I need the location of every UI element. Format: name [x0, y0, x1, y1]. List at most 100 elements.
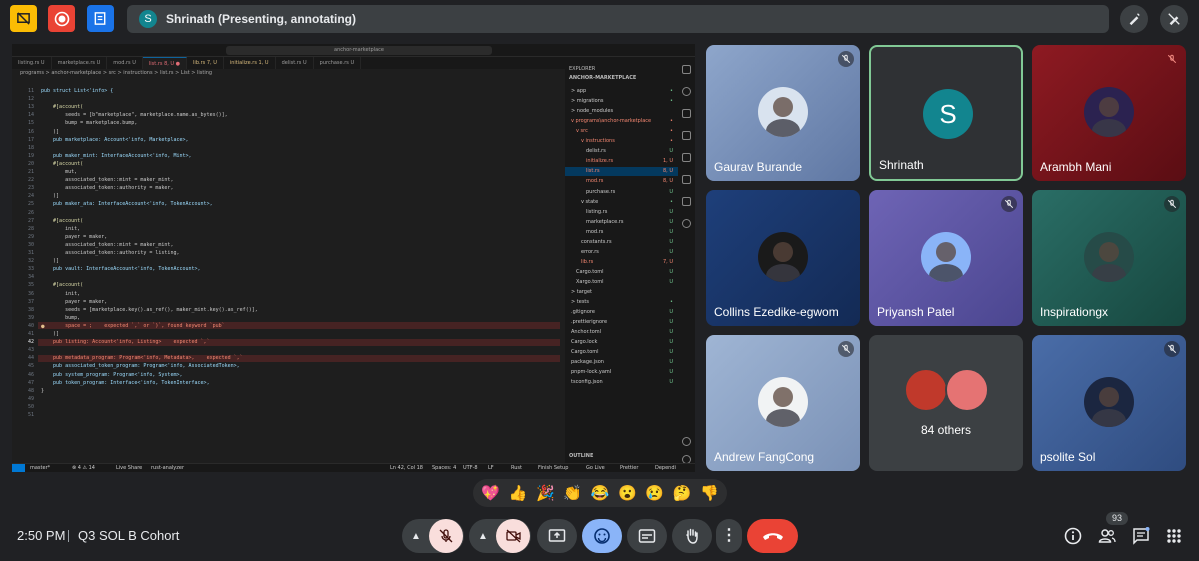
camera-options-chevron-icon[interactable]: ▲ — [470, 531, 496, 542]
mic-off-button[interactable] — [429, 519, 463, 553]
explorer-item[interactable]: tsconfig.json U — [565, 378, 678, 387]
people-icon[interactable] — [1097, 526, 1117, 546]
participant-tile[interactable]: Gaurav Burande — [706, 45, 860, 181]
status-branch[interactable]: master* — [30, 464, 50, 472]
activities-grid-icon[interactable] — [1164, 526, 1184, 546]
explorer-item[interactable]: mod.rs U — [565, 228, 678, 237]
reaction-emoji[interactable]: 🤔 — [671, 484, 693, 502]
explorer-item[interactable]: Anchor.toml U — [565, 328, 678, 337]
explorer-root[interactable]: ANCHOR-MARKETPLACE — [565, 75, 678, 84]
status-prettier[interactable]: Prettier — [620, 464, 638, 472]
source-control-icon[interactable] — [682, 109, 691, 118]
status-position[interactable]: Ln 42, Col 18 — [390, 464, 423, 472]
explorer-item[interactable]: .prettierignore U — [565, 318, 678, 327]
run-debug-icon[interactable] — [682, 131, 691, 140]
participant-tile[interactable]: psolite Sol — [1032, 335, 1186, 471]
explorer-item[interactable]: delist.rs U — [565, 147, 678, 156]
captions-button[interactable] — [627, 519, 667, 553]
status-live-share[interactable]: Live Share — [116, 464, 142, 472]
explorer-item[interactable]: marketplace.rs U — [565, 218, 678, 227]
explorer-item[interactable]: > tests • — [565, 298, 678, 307]
explorer-item[interactable]: lib.rs 7, U — [565, 258, 678, 267]
reaction-emoji[interactable]: 🎉 — [534, 484, 556, 502]
status-encoding[interactable]: UTF-8 — [463, 464, 478, 472]
editor-tab[interactable]: list.rs 8, U ● — [142, 57, 188, 69]
participant-tile[interactable]: Inspirationgx — [1032, 190, 1186, 326]
explorer-item[interactable]: v src • — [565, 127, 678, 136]
editor-tab[interactable]: lib.rs 7, U — [187, 57, 224, 69]
explorer-item[interactable]: Xargo.toml U — [565, 278, 678, 287]
ide-search-box[interactable]: anchor-marketplace — [226, 46, 492, 55]
raise-hand-button[interactable] — [672, 519, 712, 553]
status-language[interactable]: Rust — [511, 464, 522, 472]
leave-call-button[interactable] — [747, 519, 798, 553]
camera-off-button[interactable] — [496, 519, 530, 553]
explorer-item[interactable]: Cargo.lock U — [565, 338, 678, 347]
extensions-icon[interactable] — [682, 153, 691, 162]
stop-presenting-icon[interactable] — [10, 5, 37, 32]
explorer-item[interactable]: listing.rs U — [565, 208, 678, 217]
reaction-emoji[interactable]: 👍 — [507, 484, 529, 502]
explorer-item[interactable]: v programs\anchor-marketplace • — [565, 117, 678, 126]
editor-tab[interactable]: marketplace.rs U — [52, 57, 108, 69]
explorer-item[interactable]: > app • — [565, 87, 678, 96]
explorer-item[interactable]: Cargo.toml U — [565, 348, 678, 357]
present-button[interactable] — [537, 519, 577, 553]
participant-tile[interactable]: Andrew FangCong — [706, 335, 860, 471]
explorer-item[interactable]: list.rs 8, U — [565, 167, 678, 177]
participant-tile[interactable]: S Shrinath — [869, 45, 1023, 181]
explorer-item[interactable]: error.rs U — [565, 248, 678, 257]
explorer-icon[interactable] — [682, 65, 691, 74]
more-options-button[interactable]: ⋮ — [716, 519, 742, 553]
annotate-off-icon[interactable] — [1160, 5, 1188, 33]
search-icon[interactable] — [682, 87, 691, 96]
notes-icon[interactable] — [87, 5, 114, 32]
explorer-item[interactable]: initialize.rs 1, U — [565, 157, 678, 166]
status-finish-setup[interactable]: Finish Setup — [538, 464, 568, 472]
explorer-item[interactable]: mod.rs 8, U — [565, 177, 678, 186]
explorer-item[interactable]: v instructions • — [565, 137, 678, 146]
explorer-item[interactable]: Cargo.toml U — [565, 268, 678, 277]
editor-tab[interactable]: mod.rs U — [107, 57, 143, 69]
participant-tile[interactable]: Priyansh Patel — [869, 190, 1023, 326]
remote-indicator-icon[interactable] — [12, 464, 25, 472]
reaction-emoji[interactable]: 💖 — [480, 484, 502, 502]
status-dependi[interactable]: Dependi — [655, 464, 676, 472]
reaction-emoji[interactable]: 😂 — [589, 484, 611, 502]
explorer-section[interactable]: OUTLINE — [569, 453, 593, 459]
editor-tab[interactable]: delist.rs U — [276, 57, 314, 69]
reactions-button[interactable] — [582, 519, 622, 553]
meeting-info-icon[interactable] — [1063, 526, 1083, 546]
explorer-item[interactable]: constants.rs U — [565, 238, 678, 247]
explorer-item[interactable]: > node_modules — [565, 107, 678, 116]
reaction-emoji[interactable]: 👎 — [698, 484, 720, 502]
reaction-emoji[interactable]: 😮 — [616, 484, 638, 502]
explorer-item[interactable]: > migrations • — [565, 97, 678, 106]
editor-tab[interactable]: initialize.rs 1, U — [224, 57, 276, 69]
status-analyzer[interactable]: rust-analyzer — [151, 464, 184, 472]
participant-tile[interactable]: 84 others — [869, 335, 1023, 471]
participant-tile[interactable]: Arambh Mani — [1032, 45, 1186, 181]
status-problems[interactable]: ⊗ 4 ⚠ 14 — [72, 464, 95, 472]
explorer-item[interactable]: > target — [565, 288, 678, 297]
chat-icon[interactable] — [1131, 526, 1151, 546]
explorer-item[interactable]: pnpm-lock.yaml U — [565, 368, 678, 377]
annotate-pen-icon[interactable] — [1120, 5, 1148, 33]
editor-tab[interactable]: purchase.rs U — [314, 57, 362, 69]
explorer-item[interactable]: .gitignore U — [565, 308, 678, 317]
explorer-item[interactable]: purchase.rs U — [565, 188, 678, 197]
recording-icon[interactable] — [48, 5, 75, 32]
editor-tab[interactable]: listing.rs U — [12, 57, 52, 69]
testing-icon[interactable] — [682, 219, 691, 228]
account-icon[interactable] — [682, 437, 691, 446]
explorer-item[interactable]: v state • — [565, 198, 678, 207]
reaction-emoji[interactable]: 😢 — [644, 484, 666, 502]
code-editor[interactable]: 11 pub struct List<'info> {12 13 #[account… — [12, 86, 560, 464]
reaction-emoji[interactable]: 👏 — [562, 484, 584, 502]
lightbulb-icon[interactable]: ● — [41, 323, 45, 330]
participant-tile[interactable]: Collins Ezedike-egwom — [706, 190, 860, 326]
mic-options-chevron-icon[interactable]: ▲ — [403, 531, 429, 542]
status-go-live[interactable]: Go Live — [586, 464, 605, 472]
explorer-item[interactable]: package.json U — [565, 358, 678, 367]
remote-explorer-icon[interactable] — [682, 175, 691, 184]
